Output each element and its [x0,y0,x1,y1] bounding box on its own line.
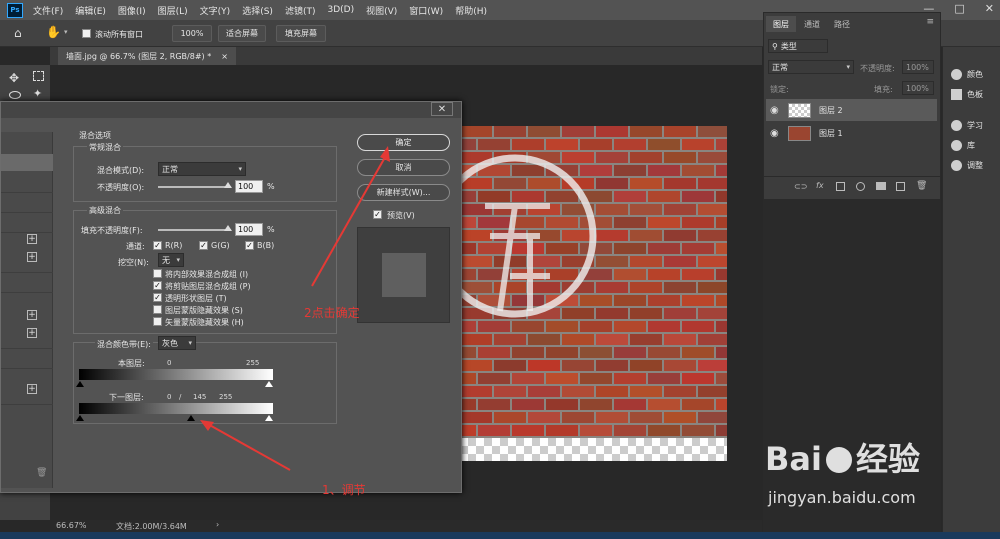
watermark-url: jingyan.baidu.com [768,488,916,507]
baidu-watermark: Bai 经验 jingyan.baidu.com [762,430,962,525]
watermark-brand: Bai 经验 [765,434,920,480]
annotation-step-1: 1、调节 [322,483,366,497]
paw-icon [825,447,852,473]
watermark-brand-right: 经验 [855,440,920,478]
watermark-brand-left: Bai [765,440,822,478]
annotation-step-2: 2点击确定 [304,306,360,320]
